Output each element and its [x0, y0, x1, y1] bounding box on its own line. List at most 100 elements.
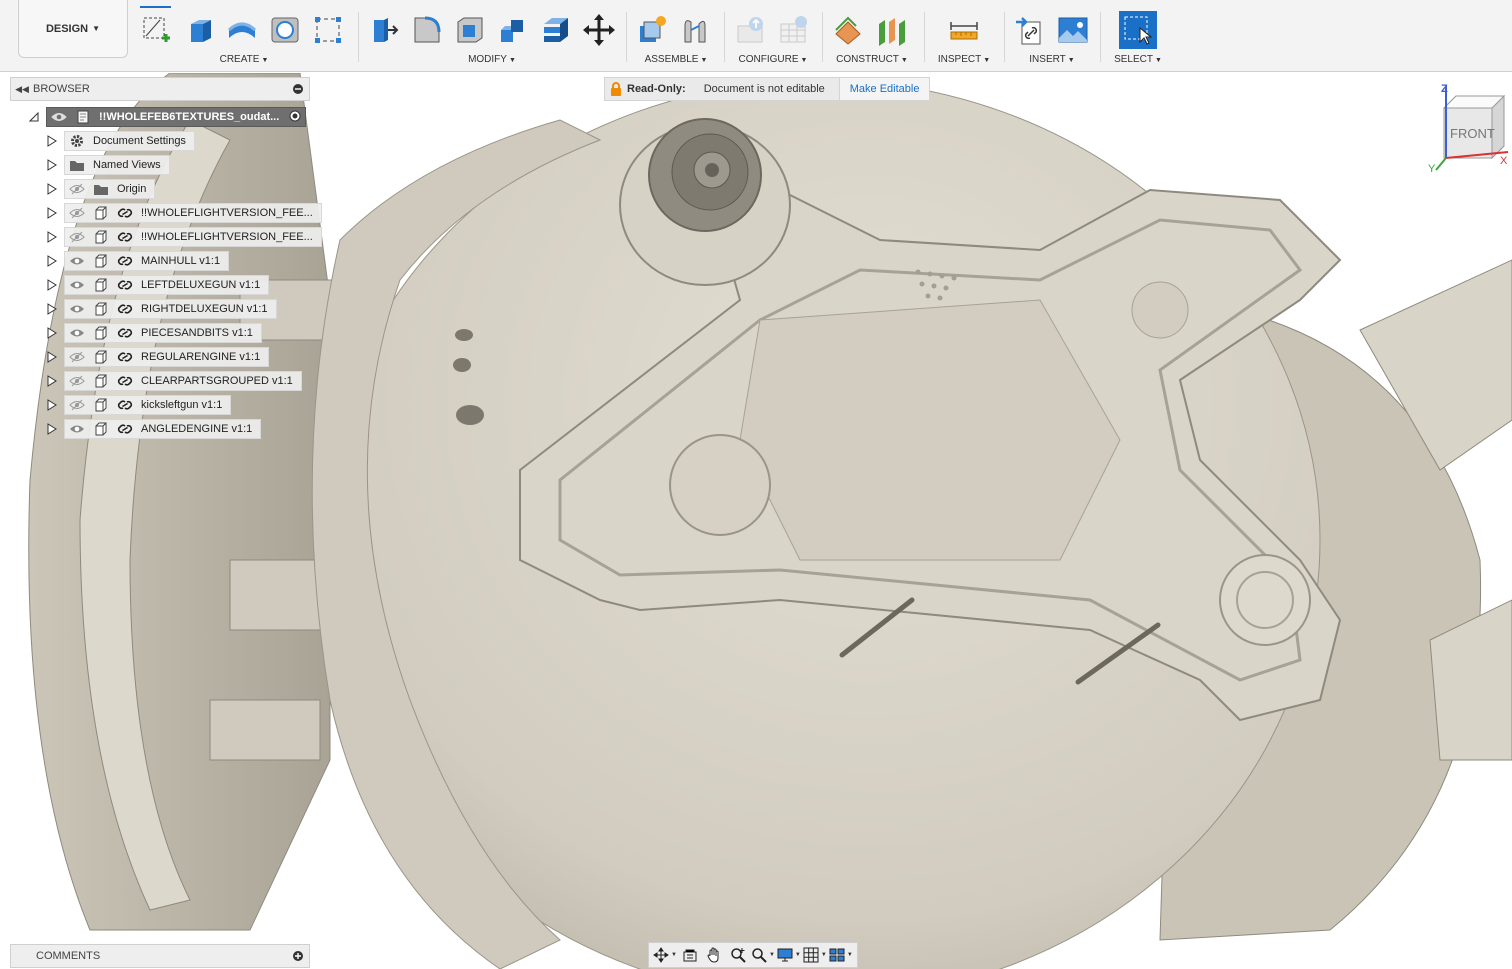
- browser-folder-origin[interactable]: Origin: [64, 179, 156, 199]
- expand-triangle-icon[interactable]: [46, 350, 58, 364]
- hole-button[interactable]: [267, 12, 302, 48]
- midplane-button[interactable]: [873, 12, 908, 48]
- canvas-button[interactable]: [1055, 12, 1090, 48]
- inspect-menu[interactable]: INSPECT ▼: [932, 54, 996, 65]
- browser-component-row[interactable]: !!WHOLEFLIGHTVERSION_FEE...: [64, 227, 322, 247]
- expand-triangle-icon[interactable]: [46, 326, 58, 340]
- eye-icon[interactable]: [65, 300, 89, 318]
- browser-component-row[interactable]: ANGLEDENGINE v1:1: [64, 419, 262, 439]
- browser-component-row[interactable]: RIGHTDELUXEGUN v1:1: [64, 299, 277, 319]
- view-cube[interactable]: FRONT Z X Y: [1426, 82, 1510, 175]
- assemble-menu[interactable]: ASSEMBLE ▼: [634, 54, 718, 65]
- tab-plastic[interactable]: PLASTIC: [565, 0, 607, 8]
- expand-triangle-icon[interactable]: [46, 374, 58, 388]
- create-menu[interactable]: CREATE ▼: [138, 54, 350, 65]
- press-pull-button[interactable]: [366, 12, 401, 48]
- tab-sheet-metal[interactable]: SHEET METAL: [452, 0, 521, 8]
- browser-component-row[interactable]: MAINHULL v1:1: [64, 251, 230, 271]
- zoom-button[interactable]: [727, 944, 749, 966]
- extrude-button[interactable]: [181, 12, 216, 48]
- expand-triangle-icon[interactable]: [46, 398, 58, 412]
- combine-button[interactable]: [495, 12, 530, 48]
- orbit-button[interactable]: ▼: [653, 944, 677, 966]
- comments-panel[interactable]: COMMENTS: [10, 944, 310, 968]
- offset-plane-button[interactable]: [830, 12, 865, 48]
- expand-triangle-icon[interactable]: [46, 230, 58, 244]
- expand-triangle-icon[interactable]: [46, 134, 58, 148]
- insert-menu[interactable]: INSERT ▼: [1012, 54, 1092, 65]
- tab-form[interactable]: FORM: [379, 0, 408, 8]
- fit-button[interactable]: ▼: [751, 944, 775, 966]
- configure-button[interactable]: [732, 12, 767, 48]
- eye-hidden-icon[interactable]: [65, 372, 89, 390]
- radio-target-icon[interactable]: [289, 110, 301, 125]
- eye-icon[interactable]: [65, 324, 89, 342]
- eye-hidden-icon[interactable]: [65, 228, 89, 246]
- move-copy-button[interactable]: [581, 12, 616, 48]
- browser-folder-document-settings[interactable]: Document Settings: [64, 131, 195, 151]
- display-settings-button[interactable]: ▼: [777, 944, 801, 966]
- collapse-triangle-icon[interactable]: [28, 110, 40, 124]
- eye-icon[interactable]: [47, 108, 71, 126]
- browser-folder-named-views[interactable]: Named Views: [64, 155, 170, 175]
- grid-settings-button[interactable]: ▼: [803, 944, 827, 966]
- browser-root[interactable]: !!WHOLEFEB6TEXTURES_oudat...: [46, 107, 306, 127]
- browser-component-row[interactable]: REGULARENGINE v1:1: [64, 347, 270, 367]
- read-only-label: Read-Only:: [627, 83, 686, 95]
- viewports-button[interactable]: ▼: [829, 944, 853, 966]
- toolbar: DESIGN ▼ SOLID SURFACE MESH FORM SHEET M…: [0, 0, 1512, 72]
- eye-icon[interactable]: [65, 276, 89, 294]
- expand-triangle-icon[interactable]: [46, 254, 58, 268]
- workspace-switcher[interactable]: DESIGN ▼: [18, 0, 128, 58]
- link-icon: [113, 420, 137, 438]
- browser-component-row[interactable]: LEFTDELUXEGUN v1:1: [64, 275, 270, 295]
- make-editable-button[interactable]: Make Editable: [838, 78, 930, 100]
- revolve-button[interactable]: [224, 12, 259, 48]
- eye-hidden-icon[interactable]: [65, 348, 89, 366]
- expand-triangle-icon[interactable]: [46, 278, 58, 292]
- insert-link-icon: [1015, 17, 1040, 45]
- create-sketch-button[interactable]: [138, 12, 173, 48]
- tab-mesh[interactable]: MESH: [306, 0, 335, 8]
- component-label: MAINHULL v1:1: [141, 255, 221, 267]
- tab-surface[interactable]: SURFACE: [215, 0, 262, 8]
- pattern-button[interactable]: [310, 12, 345, 48]
- insert-derive-button[interactable]: [1012, 12, 1047, 48]
- expand-triangle-icon[interactable]: [46, 158, 58, 172]
- monitor-icon: [777, 948, 793, 962]
- browser-component-row[interactable]: !!WHOLEFLIGHTVERSION_FEE...: [64, 203, 322, 223]
- offset-face-button[interactable]: [538, 12, 573, 48]
- browser-component-row[interactable]: CLEARPARTSGROUPED v1:1: [64, 371, 302, 391]
- minimize-icon[interactable]: [287, 84, 309, 94]
- expand-triangle-icon[interactable]: [46, 302, 58, 316]
- eye-icon[interactable]: [65, 420, 89, 438]
- modify-menu[interactable]: MODIFY ▼: [366, 54, 618, 65]
- select-menu[interactable]: SELECT ▼: [1108, 54, 1168, 65]
- eye-hidden-icon[interactable]: [65, 180, 89, 198]
- joint-button[interactable]: [677, 12, 712, 48]
- select-button[interactable]: [1119, 11, 1157, 49]
- shell-button[interactable]: [452, 12, 487, 48]
- tab-utilities[interactable]: UTILITIES: [650, 0, 697, 8]
- fillet-button[interactable]: [409, 12, 444, 48]
- eye-hidden-icon[interactable]: [65, 204, 89, 222]
- pan-button[interactable]: [703, 944, 725, 966]
- browser-component-row[interactable]: PIECESANDBITS v1:1: [64, 323, 262, 343]
- new-component-button[interactable]: [634, 12, 669, 48]
- expand-triangle-icon[interactable]: [46, 206, 58, 220]
- expand-triangle-icon[interactable]: [46, 422, 58, 436]
- add-comment-icon[interactable]: [287, 951, 309, 961]
- collapse-panel-icon[interactable]: ◀◀: [11, 84, 33, 95]
- eye-hidden-icon[interactable]: [65, 396, 89, 414]
- eye-icon[interactable]: [65, 252, 89, 270]
- browser-component-row[interactable]: kicksleftgun v1:1: [64, 395, 232, 415]
- expand-triangle-icon[interactable]: [46, 182, 58, 196]
- configure-table-button[interactable]: [775, 12, 810, 48]
- measure-button[interactable]: [947, 12, 982, 48]
- workspace-tabs: SOLID SURFACE MESH FORM SHEET METAL PLAS…: [140, 0, 741, 8]
- construct-menu[interactable]: CONSTRUCT ▼: [830, 54, 914, 65]
- modify-group: MODIFY ▼: [366, 10, 618, 68]
- configure-menu[interactable]: CONFIGURE ▼: [732, 54, 814, 65]
- tab-solid[interactable]: SOLID: [140, 0, 171, 8]
- look-at-button[interactable]: [679, 944, 701, 966]
